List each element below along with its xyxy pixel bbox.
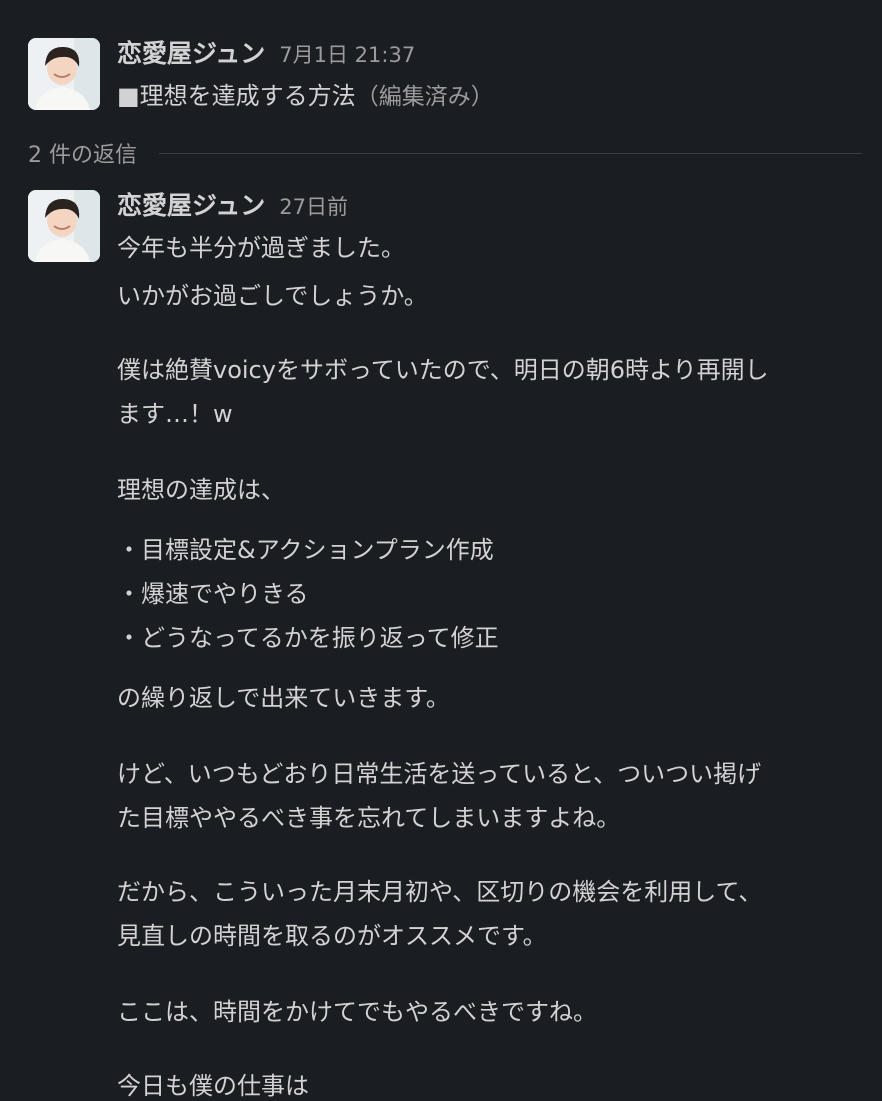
message-line: 見直しの時間を取るのがオススメです。 [117,922,547,950]
user-avatar[interactable] [28,38,100,110]
message-line: 理想の達成は、 [117,476,285,504]
message-line: だから、こういった月末月初や、区切りの機会を利用して、 [117,878,763,906]
user-avatar[interactable] [28,190,100,262]
thread-replies-divider: 2 件の返信 [28,136,862,170]
edited-label: （編集済み） [355,84,494,110]
message-content: ■理想を達成する方法 [117,82,356,110]
timestamp[interactable]: 7月1日 21:37 [279,39,415,69]
username[interactable]: 恋愛屋ジュン [117,34,265,70]
avatar-photo-icon [28,38,100,110]
message-line: の繰り返しで出来ていきます。 [117,684,450,712]
parent-message[interactable]: 恋愛屋ジュン 7月1日 21:37 ■理想を達成する方法（編集済み） [0,0,882,120]
list-item: ・目標設定&アクションプラン作成 [117,536,494,564]
message-line: た目標ややるべき事を忘れてしまいますよね。 [117,804,621,832]
reply-message[interactable]: 恋愛屋ジュン 27日前 今年も半分が過ぎました。 いかがお過ごしでしょうか。 僕… [0,170,882,1100]
message-line: ここは、時間をかけてでもやるべきですね。 [117,998,597,1026]
message-text: ■理想を達成する方法（編集済み） [117,78,494,115]
avatar-photo-icon [28,190,100,262]
message-line: ます…！w [117,400,233,428]
message-line: いかがお過ごしでしょうか。 [117,282,428,310]
message-line: 僕は絶賛voicyをサボっていたので、明日の朝6時より再開し [117,356,769,384]
list-item: ・爆速でやりきる [117,580,309,608]
message-header: 恋愛屋ジュン 7月1日 21:37 [117,34,415,70]
list-item: ・どうなってるかを振り返って修正 [117,624,499,652]
reply-count-label[interactable]: 2 件の返信 [28,137,137,169]
message-line: けど、いつもどおり日常生活を送っていると、ついつい掲げ [117,760,762,788]
message-body: 今年も半分が過ぎました。 いかがお過ごしでしょうか。 僕は絶賛voicyをサボっ… [117,170,869,1100]
divider-line [159,152,862,154]
message-line: 今年も半分が過ぎました。 [117,234,405,262]
